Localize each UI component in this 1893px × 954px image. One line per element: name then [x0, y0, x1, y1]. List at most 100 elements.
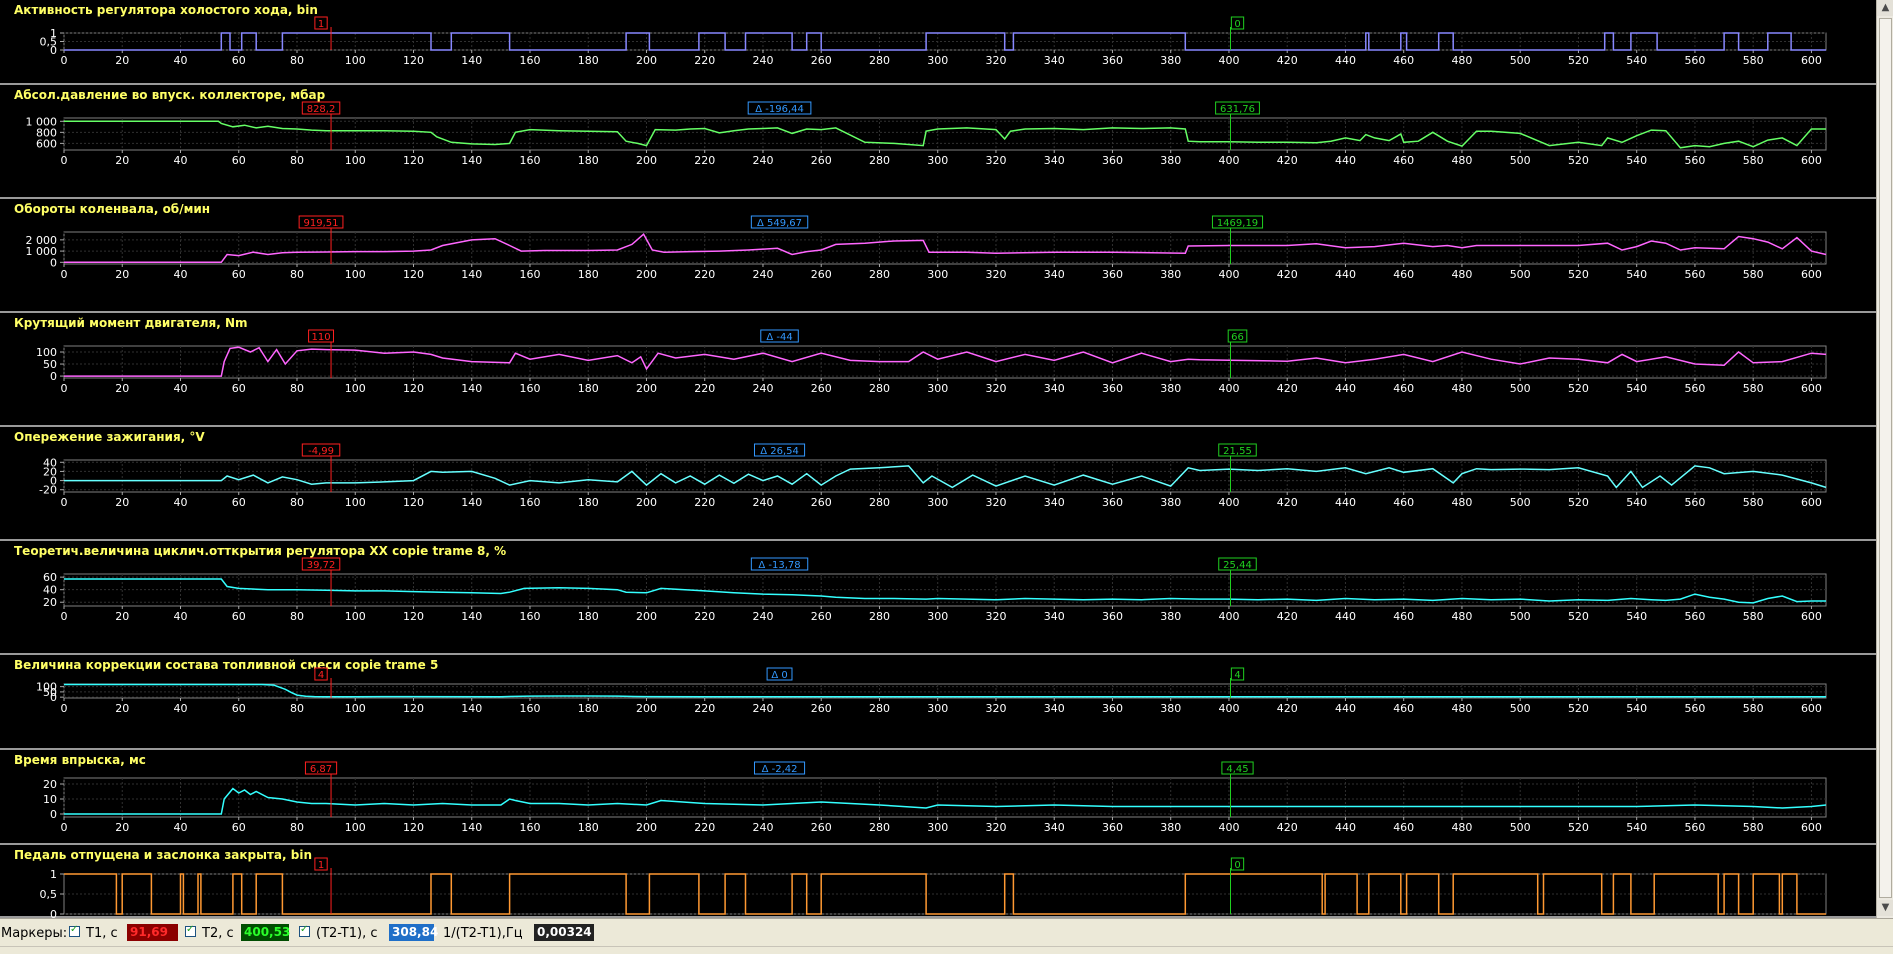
- t1-value-label: 919,51: [304, 218, 339, 229]
- x-tick-label: 40: [173, 154, 187, 167]
- x-tick-label: 280: [869, 154, 890, 167]
- x-tick-label: 560: [1684, 610, 1705, 623]
- t2-checkbox[interactable]: [185, 924, 196, 937]
- x-tick-label: 220: [694, 821, 715, 834]
- x-tick-label: 420: [1277, 382, 1298, 395]
- t2-value-label: 0: [1234, 19, 1240, 30]
- panel-title: Активность регулятора холостого хода, bi…: [14, 3, 318, 17]
- x-tick-label: 60: [232, 54, 246, 67]
- x-tick-label: 440: [1335, 610, 1356, 623]
- x-tick-label: 100: [345, 610, 366, 623]
- x-tick-label: 260: [811, 610, 832, 623]
- x-tick-label: 40: [173, 821, 187, 834]
- x-tick-label: 500: [1510, 702, 1531, 715]
- x-tick-label: 120: [403, 821, 424, 834]
- x-tick-label: 80: [290, 496, 304, 509]
- x-tick-label: 20: [115, 496, 129, 509]
- x-tick-label: 320: [985, 496, 1006, 509]
- x-tick-label: 480: [1451, 268, 1472, 281]
- y-tick-label: 0: [50, 808, 57, 821]
- x-tick-label: 380: [1160, 54, 1181, 67]
- x-tick-label: 560: [1684, 821, 1705, 834]
- vertical-scrollbar[interactable]: ▲ ▼: [1876, 0, 1893, 918]
- x-tick-label: 480: [1451, 54, 1472, 67]
- x-tick-label: 500: [1510, 268, 1531, 281]
- x-tick-label: 360: [1102, 54, 1123, 67]
- dt-value: 308,84: [389, 924, 438, 941]
- x-tick-label: 220: [694, 54, 715, 67]
- x-tick-label: 520: [1568, 821, 1589, 834]
- x-tick-label: 140: [461, 610, 482, 623]
- x-tick-label: 580: [1743, 702, 1764, 715]
- x-tick-label: 200: [636, 496, 657, 509]
- x-tick-label: 600: [1801, 496, 1822, 509]
- scroll-up-icon[interactable]: ▲: [1877, 0, 1893, 16]
- x-tick-label: 500: [1510, 821, 1531, 834]
- t2-value-label: 0: [1234, 860, 1240, 871]
- x-tick-label: 520: [1568, 610, 1589, 623]
- x-tick-label: 80: [290, 154, 304, 167]
- x-tick-label: 280: [869, 268, 890, 281]
- x-tick-label: 60: [232, 496, 246, 509]
- chart-panels[interactable]: Активность регулятора холостого хода, bi…: [0, 0, 1876, 918]
- y-tick-label: 60: [43, 571, 57, 584]
- y-tick-label: 600: [36, 137, 57, 150]
- x-tick-label: 520: [1568, 702, 1589, 715]
- x-tick-label: 120: [403, 154, 424, 167]
- delta-value-label: Δ -13,78: [758, 560, 800, 571]
- t1-checkbox[interactable]: [69, 924, 80, 937]
- x-tick-label: 540: [1626, 496, 1647, 509]
- x-tick-label: 460: [1393, 382, 1414, 395]
- x-tick-label: 160: [519, 702, 540, 715]
- delta-value-label: Δ -2,42: [762, 764, 798, 775]
- x-tick-label: 80: [290, 610, 304, 623]
- x-tick-label: 160: [519, 54, 540, 67]
- x-tick-label: 280: [869, 821, 890, 834]
- x-tick-label: 260: [811, 268, 832, 281]
- x-tick-label: 80: [290, 382, 304, 395]
- x-tick-label: 320: [985, 268, 1006, 281]
- dt-checkbox[interactable]: [299, 924, 310, 937]
- x-tick-label: 200: [636, 54, 657, 67]
- x-tick-label: 480: [1451, 496, 1472, 509]
- x-tick-label: 0: [61, 382, 68, 395]
- scroll-down-icon[interactable]: ▼: [1877, 900, 1893, 916]
- x-tick-label: 40: [173, 382, 187, 395]
- x-tick-label: 40: [173, 702, 187, 715]
- x-tick-label: 540: [1626, 154, 1647, 167]
- x-tick-label: 200: [636, 702, 657, 715]
- y-tick-label: 0: [50, 256, 57, 269]
- x-tick-label: 240: [752, 702, 773, 715]
- x-tick-label: 60: [232, 154, 246, 167]
- x-tick-label: 40: [173, 54, 187, 67]
- x-tick-label: 300: [927, 610, 948, 623]
- x-tick-label: 380: [1160, 382, 1181, 395]
- x-tick-label: 600: [1801, 268, 1822, 281]
- x-tick-label: 440: [1335, 496, 1356, 509]
- x-tick-label: 60: [232, 821, 246, 834]
- x-tick-label: 380: [1160, 154, 1181, 167]
- x-tick-label: 440: [1335, 382, 1356, 395]
- x-tick-label: 360: [1102, 610, 1123, 623]
- x-tick-label: 300: [927, 702, 948, 715]
- x-tick-label: 600: [1801, 54, 1822, 67]
- x-tick-label: 320: [985, 54, 1006, 67]
- t2-value-label: 21,55: [1223, 446, 1252, 457]
- x-tick-label: 420: [1277, 821, 1298, 834]
- charts-container[interactable]: Активность регулятора холостого хода, bi…: [0, 0, 1893, 918]
- freq-label: 1/(T2-T1),Гц: [443, 926, 523, 941]
- x-tick-label: 540: [1626, 821, 1647, 834]
- x-tick-label: 300: [927, 154, 948, 167]
- x-tick-label: 180: [578, 496, 599, 509]
- x-tick-label: 20: [115, 610, 129, 623]
- scroll-thumb[interactable]: [1879, 18, 1892, 898]
- plot-area: [63, 231, 1827, 265]
- x-tick-label: 320: [985, 610, 1006, 623]
- x-tick-label: 140: [461, 702, 482, 715]
- x-tick-label: 140: [461, 268, 482, 281]
- x-tick-label: 420: [1277, 702, 1298, 715]
- x-tick-label: 340: [1044, 702, 1065, 715]
- x-tick-label: 500: [1510, 154, 1531, 167]
- t1-value-label: 1: [318, 860, 324, 871]
- x-tick-label: 160: [519, 268, 540, 281]
